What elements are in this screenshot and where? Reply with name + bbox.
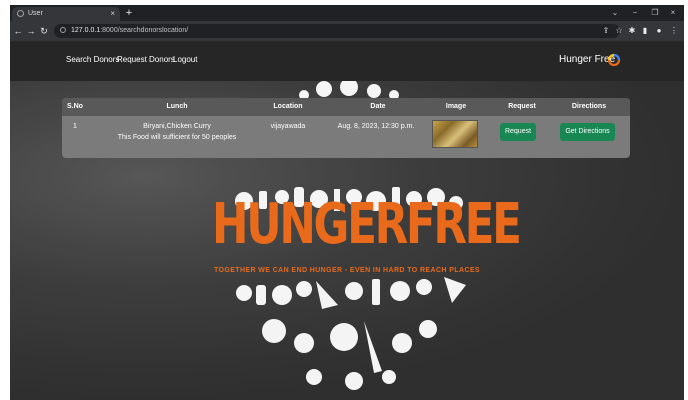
restore-button[interactable]: ❐ (648, 5, 662, 21)
browser-window: User × + ⌄ − ❐ × ← → ↻ 127.0.0.1:8000/se… (10, 5, 684, 400)
header-image: Image (445, 103, 467, 110)
new-tab-button[interactable]: + (122, 5, 136, 21)
minimize-button[interactable]: − (628, 5, 642, 21)
globe-icon (17, 10, 24, 17)
side-panel-icon[interactable]: ▮ (639, 21, 651, 41)
header-request: Request (508, 103, 536, 110)
food-image (432, 120, 478, 148)
address-bar[interactable]: 127.0.0.1:8000/searchdonorslocation/ (54, 24, 620, 38)
share-icon[interactable]: ⇪ (600, 21, 612, 41)
bookmark-star-icon[interactable]: ☆ (613, 21, 625, 41)
hero-title: HUNGERFREE (212, 192, 522, 257)
tab-close-icon[interactable]: × (110, 7, 115, 21)
close-window-button[interactable]: × (666, 5, 680, 21)
cell-date: Aug. 8, 2023, 12:30 p.m. (337, 123, 415, 130)
donors-table: S.No Lunch Location Date Image Request D… (62, 98, 630, 158)
tab-search-icon[interactable]: ⌄ (608, 5, 622, 21)
site-info-icon[interactable] (60, 27, 66, 33)
tab-title: User (28, 10, 43, 17)
back-icon[interactable]: ← (12, 21, 24, 41)
extensions-icon[interactable]: ✱ (626, 21, 638, 41)
get-directions-button[interactable]: Get Directions (560, 123, 615, 141)
tab-strip: User × + ⌄ − ❐ × (10, 5, 684, 21)
forward-icon[interactable]: → (25, 21, 37, 41)
header-location: Location (273, 103, 303, 110)
table-header: S.No Lunch Location Date Image Request D… (62, 98, 630, 116)
page-content: Search Donors Request Donors Logout Hung… (10, 41, 684, 400)
nav-search-donors[interactable]: Search Donors (66, 55, 119, 64)
profile-avatar-icon[interactable]: ● (653, 21, 665, 41)
cell-lunch-items: Biryani,Chicken Curry (143, 123, 211, 130)
url-text: 127.0.0.1:8000/searchdonorslocation/ (71, 27, 189, 34)
nav-logout[interactable]: Logout (173, 55, 197, 64)
menu-icon[interactable]: ⋮ (668, 21, 680, 41)
reload-icon[interactable]: ↻ (38, 21, 50, 41)
site-navbar: Search Donors Request Donors Logout Hung… (10, 41, 684, 81)
cell-lunch-note: This Food will sufficient for 50 peoples (117, 134, 237, 141)
request-button[interactable]: Request (500, 123, 536, 141)
nav-request-donors[interactable]: Request Donors (117, 55, 175, 64)
browser-tab[interactable]: User × (12, 7, 120, 21)
hero-tagline: TOGETHER WE CAN END HUNGER - EVEN IN HAR… (213, 267, 480, 274)
brand-logo-icon (607, 53, 621, 67)
cell-sno: 1 (73, 123, 77, 130)
cell-location: vijayawada (270, 123, 306, 130)
header-date: Date (370, 103, 386, 110)
header-sno: S.No (67, 103, 83, 110)
header-lunch: Lunch (166, 103, 188, 110)
browser-toolbar: ← → ↻ 127.0.0.1:8000/searchdonorslocatio… (10, 21, 684, 41)
header-directions: Directions (571, 103, 607, 110)
